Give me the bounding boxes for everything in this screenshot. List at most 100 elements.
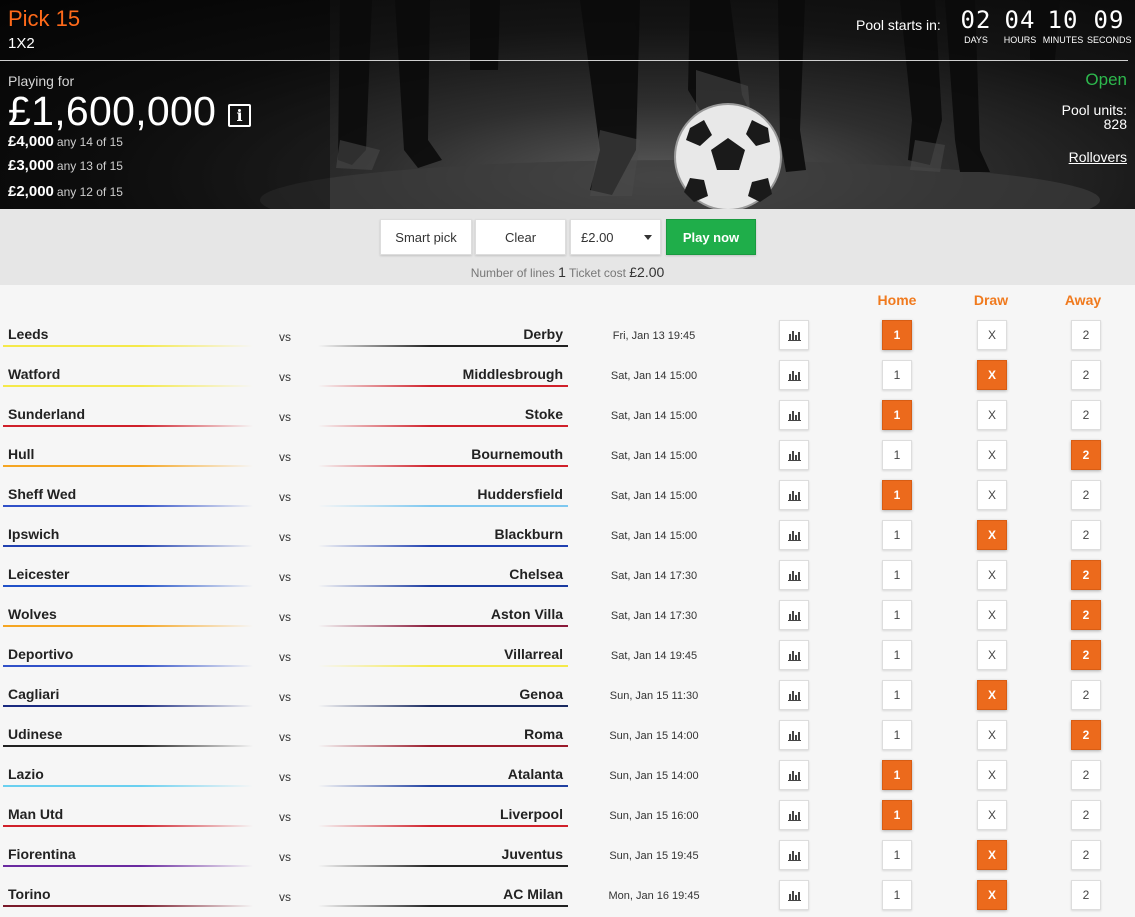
- pick-home-button[interactable]: 1: [882, 320, 912, 350]
- stats-button[interactable]: [779, 320, 809, 350]
- pick-home-button[interactable]: 1: [882, 800, 912, 830]
- pick-draw-button[interactable]: X: [977, 320, 1007, 350]
- pick-draw-button[interactable]: X: [977, 360, 1007, 390]
- kickoff-time: Sat, Jan 14 15:00: [610, 370, 698, 382]
- away-team-color-bar: [318, 345, 568, 347]
- stats-button[interactable]: [779, 520, 809, 550]
- away-team: Atalanta: [507, 766, 563, 782]
- column-header-away: Away: [1064, 292, 1102, 308]
- kickoff-time: Sat, Jan 14 15:00: [610, 410, 698, 422]
- home-team: Ipswich: [8, 526, 60, 542]
- away-team: Derby: [523, 326, 563, 342]
- stats-button[interactable]: [779, 680, 809, 710]
- vs-label: vs: [279, 650, 291, 664]
- pick-home-button[interactable]: 1: [882, 880, 912, 910]
- home-team: Sunderland: [8, 406, 86, 422]
- pool-header: Pick 15 1X2 Playing for £1,600,000 i £4,…: [0, 0, 1135, 209]
- play-now-button[interactable]: Play now: [666, 219, 756, 255]
- stats-button[interactable]: [779, 400, 809, 430]
- pick-away-button[interactable]: 2: [1071, 480, 1101, 510]
- fixture-row: Leicester vs Chelsea Sat, Jan 14 17:30 1 X 2: [0, 560, 1135, 600]
- countdown-days: 02 DAYS: [954, 6, 998, 45]
- pick-draw-button[interactable]: X: [977, 760, 1007, 790]
- pick-draw-button[interactable]: X: [977, 600, 1007, 630]
- pick-away-button[interactable]: 2: [1071, 360, 1101, 390]
- pick-away-button[interactable]: 2: [1071, 560, 1101, 590]
- away-team-color-bar: [318, 825, 568, 827]
- stats-button[interactable]: [779, 880, 809, 910]
- away-team-color-bar: [318, 465, 568, 467]
- stats-button[interactable]: [779, 720, 809, 750]
- pick-away-button[interactable]: 2: [1071, 440, 1101, 470]
- pick-home-button[interactable]: 1: [882, 520, 912, 550]
- pick-away-button[interactable]: 2: [1071, 840, 1101, 870]
- home-team-color-bar: [3, 345, 253, 347]
- bar-chart-icon: [787, 610, 801, 621]
- rollovers-link[interactable]: Rollovers: [1069, 149, 1127, 165]
- pick-draw-button[interactable]: X: [977, 720, 1007, 750]
- stats-button[interactable]: [779, 840, 809, 870]
- pick-home-button[interactable]: 1: [882, 840, 912, 870]
- pick-draw-button[interactable]: X: [977, 400, 1007, 430]
- home-team-color-bar: [3, 585, 253, 587]
- pick-draw-button[interactable]: X: [977, 680, 1007, 710]
- stats-button[interactable]: [779, 800, 809, 830]
- stats-button[interactable]: [779, 360, 809, 390]
- pick-draw-button[interactable]: X: [977, 800, 1007, 830]
- away-team: Middlesbrough: [462, 366, 563, 382]
- smart-pick-button[interactable]: Smart pick: [380, 219, 472, 255]
- pick-away-button[interactable]: 2: [1071, 320, 1101, 350]
- bar-chart-icon: [787, 690, 801, 701]
- home-team: Watford: [8, 366, 61, 382]
- pick-away-button[interactable]: 2: [1071, 720, 1101, 750]
- pick-home-button[interactable]: 1: [882, 720, 912, 750]
- pick-home-button[interactable]: 1: [882, 600, 912, 630]
- pick-draw-button[interactable]: X: [977, 840, 1007, 870]
- pool-units-value: 828: [1103, 116, 1127, 132]
- stats-button[interactable]: [779, 600, 809, 630]
- pick-away-button[interactable]: 2: [1071, 600, 1101, 630]
- pick-away-button[interactable]: 2: [1071, 640, 1101, 670]
- pick-away-button[interactable]: 2: [1071, 760, 1101, 790]
- pool-title: Pick 15: [8, 6, 81, 31]
- pick-home-button[interactable]: 1: [882, 400, 912, 430]
- pick-away-button[interactable]: 2: [1071, 800, 1101, 830]
- home-team-color-bar: [3, 425, 253, 427]
- home-team: Leicester: [8, 566, 70, 582]
- fixture-row: Torino vs AC Milan Mon, Jan 16 19:45 1 X 2: [0, 880, 1135, 917]
- bar-chart-icon: [787, 530, 801, 541]
- pick-draw-button[interactable]: X: [977, 440, 1007, 470]
- away-team-color-bar: [318, 705, 568, 707]
- ticket-cost-value: £2.00: [629, 264, 665, 280]
- stats-button[interactable]: [779, 640, 809, 670]
- pick-draw-button[interactable]: X: [977, 880, 1007, 910]
- lines-value: 1: [558, 264, 566, 280]
- pick-draw-button[interactable]: X: [977, 560, 1007, 590]
- pick-home-button[interactable]: 1: [882, 640, 912, 670]
- pick-home-button[interactable]: 1: [882, 760, 912, 790]
- pick-away-button[interactable]: 2: [1071, 680, 1101, 710]
- home-team: Hull: [8, 446, 35, 462]
- pick-away-button[interactable]: 2: [1071, 400, 1101, 430]
- pick-draw-button[interactable]: X: [977, 480, 1007, 510]
- fixture-row: Sheff Wed vs Huddersfield Sat, Jan 14 15:00…: [0, 480, 1135, 520]
- pick-away-button[interactable]: 2: [1071, 520, 1101, 550]
- stats-button[interactable]: [779, 480, 809, 510]
- countdown-value: 02: [960, 6, 992, 34]
- pick-away-button[interactable]: 2: [1071, 880, 1101, 910]
- pick-home-button[interactable]: 1: [882, 560, 912, 590]
- stake-select[interactable]: £2.00: [570, 219, 661, 255]
- stats-button[interactable]: [779, 760, 809, 790]
- info-icon[interactable]: i: [228, 104, 251, 127]
- pick-home-button[interactable]: 1: [882, 480, 912, 510]
- stats-button[interactable]: [779, 440, 809, 470]
- pick-home-button[interactable]: 1: [882, 680, 912, 710]
- pick-home-button[interactable]: 1: [882, 440, 912, 470]
- away-team: Bournemouth: [471, 446, 563, 462]
- pick-draw-button[interactable]: X: [977, 520, 1007, 550]
- clear-button[interactable]: Clear: [475, 219, 566, 255]
- pick-home-button[interactable]: 1: [882, 360, 912, 390]
- stats-button[interactable]: [779, 560, 809, 590]
- home-team-color-bar: [3, 545, 253, 547]
- pick-draw-button[interactable]: X: [977, 640, 1007, 670]
